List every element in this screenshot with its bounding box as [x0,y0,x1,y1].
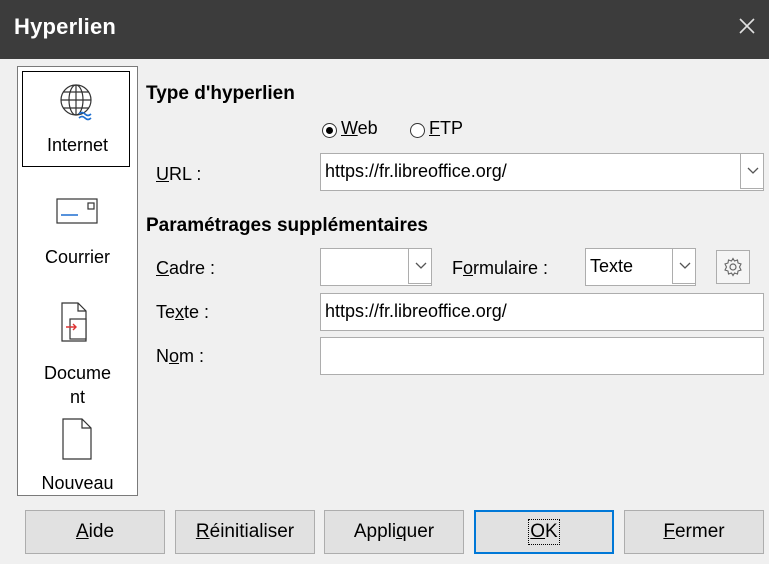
sidebar-item-nouveau[interactable]: Nouveau [18,413,137,495]
gear-icon [724,257,742,277]
settings-heading: Paramétrages supplémentaires [146,215,428,236]
sidebar-item-label-line1: Docume [43,363,112,383]
texte-label-pre: Te [156,302,176,322]
envelope-icon [56,198,98,224]
mnemonic-char: R [195,521,210,542]
url-dropdown-button[interactable] [740,154,763,189]
sidebar-item-label-line2: nt [69,387,85,407]
ok-label-rest: K [545,521,558,542]
sidebar-item-document[interactable]: Docume nt [18,289,137,407]
aide-label-rest: ide [88,521,115,542]
aide-button[interactable]: Aide [25,510,165,554]
formulaire-dropdown-button[interactable] [672,249,695,284]
sidebar-item-internet[interactable]: Internet [18,67,137,171]
reinitialiser-button[interactable]: Réinitialiser [175,510,315,554]
chevron-down-icon [415,262,427,269]
mnemonic-char: q [396,521,407,542]
appliquer-button[interactable]: Appliquer [324,510,464,554]
formulaire-select[interactable]: Texte [585,248,696,286]
radio-ftp-label[interactable]: FTP [429,118,463,139]
cadre-label-rest: adre : [169,258,216,278]
mnemonic-char: F [429,118,440,138]
sidebar-item-label: Courrier [44,247,110,267]
radio-ftp-rest: TP [440,118,464,138]
mnemonic-char: o [169,346,180,366]
chevron-down-icon [679,262,691,269]
mnemonic-char: C [156,258,169,278]
sidebar-item-courrier[interactable]: Courrier [18,179,137,271]
nom-label-pre: N [156,346,169,366]
mnemonic-char: U [156,164,169,184]
radio-web-label[interactable]: Web [341,118,378,139]
url-label: URL : [156,164,201,185]
mnemonic-char: W [341,118,358,138]
type-heading: Type d'hyperlien [146,83,295,104]
mnemonic-char: F [663,521,675,542]
appliquer-label-rest: uer [406,521,435,542]
texte-value: https://fr.libreoffice.org/ [325,301,507,321]
globe-icon [60,84,92,121]
ok-button[interactable]: OK [474,510,614,554]
url-label-rest: RL : [169,164,202,184]
formulaire-value: Texte [590,256,634,276]
fermer-label-rest: ermer [674,521,725,542]
radio-web[interactable] [322,123,337,138]
document-icon [61,302,87,342]
formulaire-label: Formulaire : [452,258,548,279]
cadre-dropdown-button[interactable] [408,249,431,284]
nom-label-rest: m : [179,346,205,366]
new-document-icon [62,418,92,460]
mnemonic-char: x [175,302,185,322]
texte-label: Texte : [156,302,209,323]
cadre-label: Cadre : [156,258,215,279]
close-icon[interactable] [735,14,759,38]
sidebar-item-label: Nouveau [41,473,114,493]
formulaire-label-pre: F [452,258,463,278]
radio-ftp[interactable] [410,123,425,138]
cadre-combobox[interactable] [320,248,432,286]
appliquer-label-pre: Appli [353,521,397,542]
sidebar-item-label: Internet [46,135,109,155]
reinitialiser-label-rest: éinitialiser [209,521,295,542]
formulaire-label-rest: rmulaire : [473,258,549,278]
radio-web-rest: eb [357,118,378,138]
chevron-down-icon [747,167,759,174]
mnemonic-char: A [75,521,89,542]
url-combobox[interactable]: https://fr.libreoffice.org/ [320,153,764,191]
dialog-title: Hyperlien [14,14,117,39]
texte-input[interactable]: https://fr.libreoffice.org/ [320,293,764,331]
mnemonic-char: O [530,521,546,542]
hyperlink-type-sidebar: Internet Courrier Docume nt Nouveau [17,66,138,496]
title-bar: Hyperlien [0,0,769,59]
url-value: https://fr.libreoffice.org/ [325,161,507,181]
nom-input[interactable] [320,337,764,375]
mnemonic-char: o [463,258,474,278]
texte-label-rest: te : [184,302,210,322]
nom-label: Nom : [156,346,204,367]
fermer-button[interactable]: Fermer [624,510,764,554]
events-button[interactable] [716,250,750,284]
